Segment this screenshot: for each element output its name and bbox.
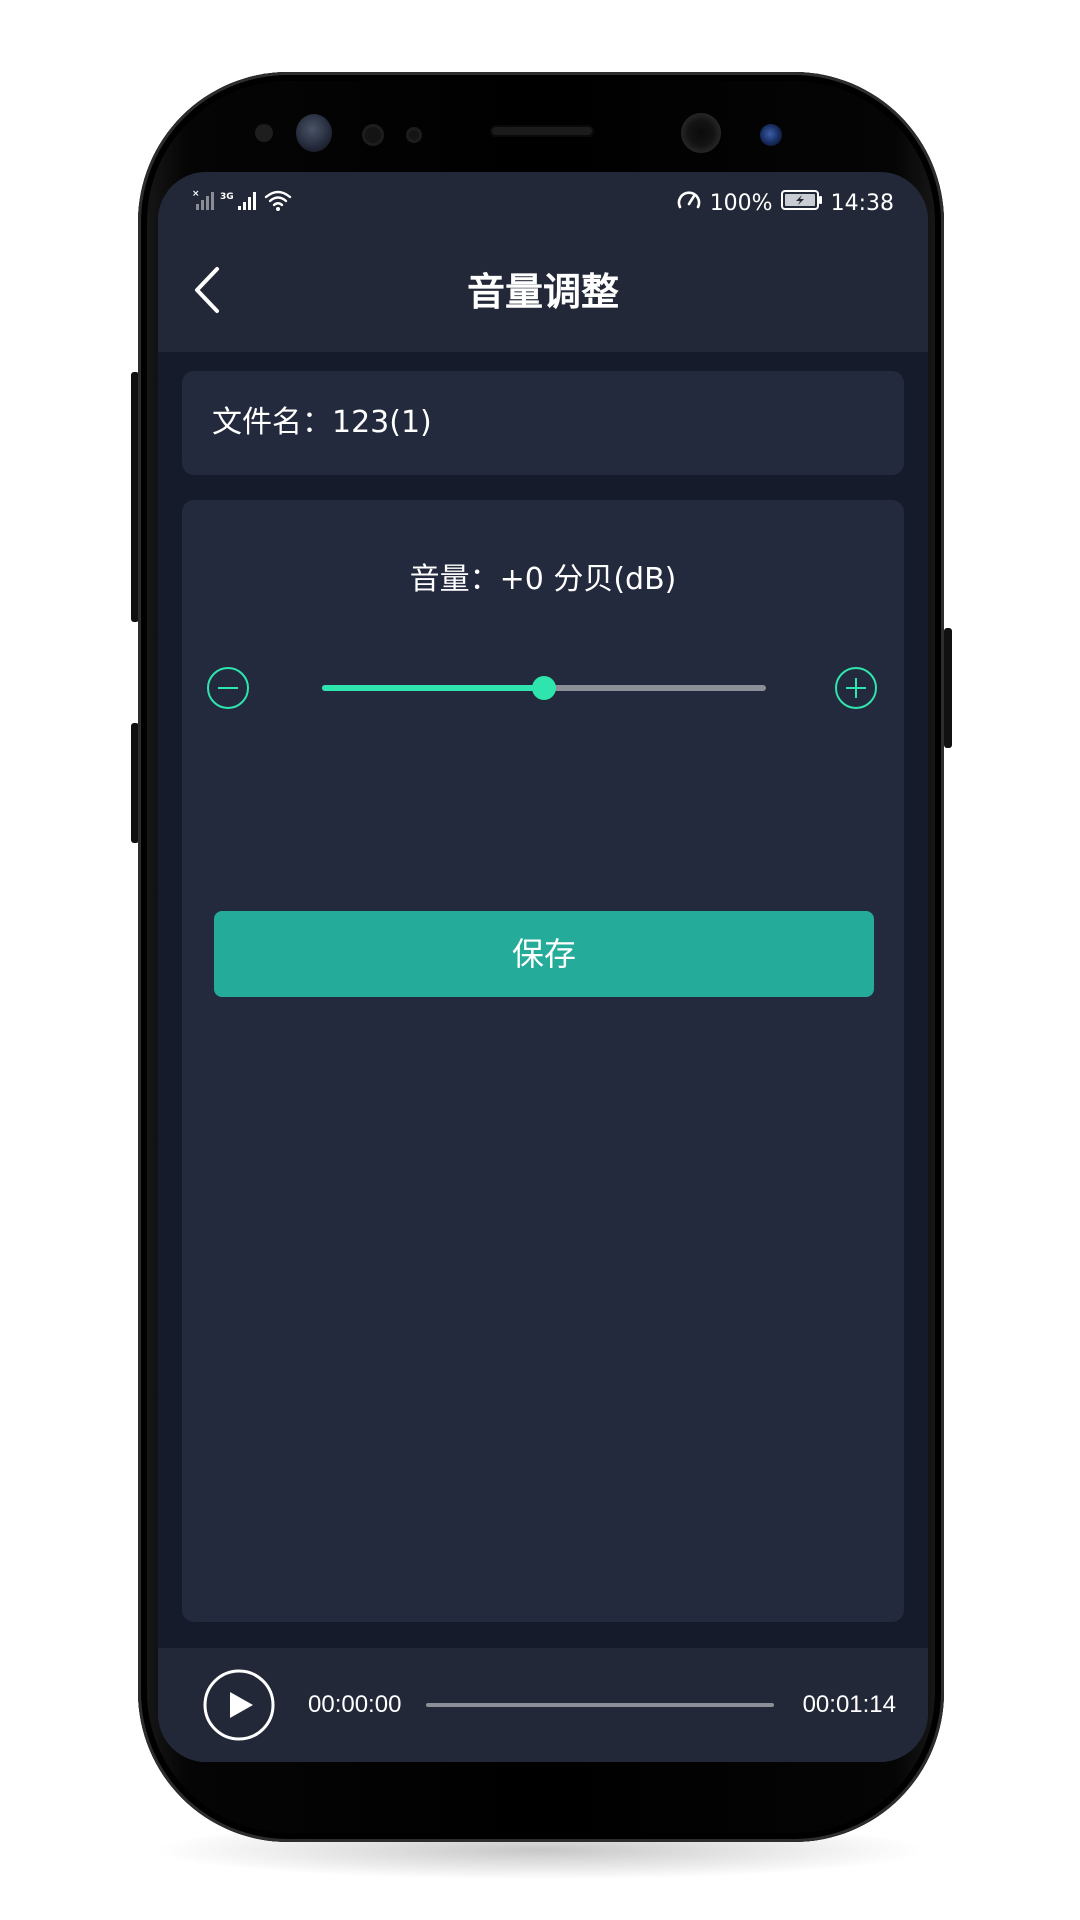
earpiece-speaker: [490, 125, 594, 137]
app-screen: × 3G 100% 14:38 音量调整 文件名：123(1) 音量：+0 分贝…: [158, 172, 928, 1762]
led-indicator: [406, 127, 422, 143]
volume-slider[interactable]: [322, 664, 766, 712]
iris-led: [760, 124, 782, 146]
iris-scanner: [296, 114, 332, 152]
volume-slider-fill: [322, 685, 544, 691]
volume-label: 音量：: [409, 562, 500, 597]
plus-circle-icon: [834, 667, 878, 714]
power-key: [944, 628, 952, 748]
volume-card: 音量：+0 分贝(dB) 保存: [182, 500, 904, 1622]
back-button[interactable]: [178, 262, 238, 322]
seek-track: [426, 1703, 774, 1707]
page-title: 音量调整: [466, 270, 619, 314]
total-time: 00:01:14: [802, 1691, 896, 1718]
network-type-label: 3G: [220, 192, 234, 202]
volume-slider-thumb[interactable]: [532, 676, 556, 700]
minus-circle-icon: [206, 667, 250, 714]
filename-row: 文件名：123(1): [212, 371, 432, 475]
decrease-volume-button[interactable]: [206, 666, 250, 710]
speed-meter-icon: [676, 188, 702, 219]
filename-label: 文件名：: [212, 405, 332, 440]
status-bar: × 3G 100% 14:38: [158, 172, 928, 232]
status-right-icons: 100% 14:38: [676, 188, 894, 219]
play-button[interactable]: [202, 1668, 276, 1742]
wifi-icon: [264, 188, 292, 216]
chevron-left-icon: [191, 265, 225, 319]
filename-card: 文件名：123(1): [182, 371, 904, 475]
status-left-icons: × 3G: [192, 188, 292, 216]
battery-percent: 100%: [709, 190, 773, 216]
svg-text:×: ×: [192, 189, 200, 199]
app-header: 音量调整: [158, 232, 928, 352]
filename-value: 123(1): [332, 405, 432, 440]
signal-icon: [236, 188, 260, 216]
volume-label-row: 音量：+0 分贝(dB): [182, 560, 904, 600]
save-button[interactable]: 保存: [214, 911, 874, 997]
front-camera: [681, 113, 721, 153]
player-bar: 00:00:00 00:01:14: [158, 1648, 928, 1762]
seek-bar[interactable]: [426, 1688, 774, 1722]
proximity-sensor: [255, 124, 273, 142]
clock: 14:38: [830, 190, 894, 216]
volume-value: +0 分贝(dB): [499, 562, 677, 597]
light-sensor: [362, 124, 384, 146]
no-sim-signal-icon: ×: [192, 188, 216, 216]
battery-charging-icon: [780, 189, 823, 218]
increase-volume-button[interactable]: [834, 666, 878, 710]
play-icon: [202, 1669, 276, 1746]
current-time: 00:00:00: [308, 1691, 402, 1718]
